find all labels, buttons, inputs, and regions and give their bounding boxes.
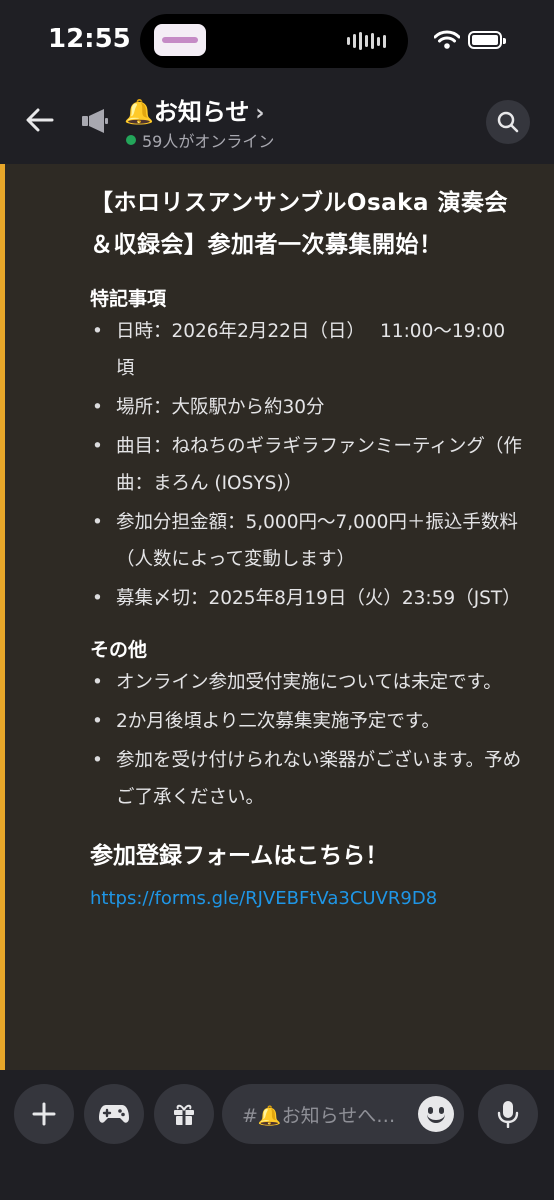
list-item: 曲目：ねねちのギラギラファンミーティング（作曲：まろん (IOSYS)）	[90, 428, 530, 502]
online-count: 59人がオンライン	[142, 132, 275, 151]
search-button[interactable]	[486, 100, 530, 144]
list-item: 日時：2026年2月22日（日） 11:00〜19:00 頃	[90, 313, 530, 387]
gift-icon	[174, 1104, 194, 1125]
emoji-icon[interactable]	[418, 1096, 454, 1132]
section-title-other: その他	[90, 639, 148, 661]
message-composer: #🔔お知らせへ…	[0, 1070, 554, 1200]
activities-button[interactable]	[84, 1084, 144, 1144]
message-input[interactable]: #🔔お知らせへ…	[222, 1084, 464, 1144]
add-attachment-button[interactable]	[14, 1084, 74, 1144]
now-playing-thumbnail	[154, 24, 206, 56]
online-status: 59人がオンライン	[126, 128, 274, 152]
clock: 12:55	[48, 24, 131, 54]
status-bar: 12:55	[0, 0, 554, 80]
gift-button[interactable]	[154, 1084, 214, 1144]
arrow-left-icon[interactable]	[22, 102, 58, 138]
message-headline: 【ホロリスアンサンブルOsaka 演奏会＆収録会】参加者一次募集開始！	[90, 190, 508, 258]
section-title-notes: 特記事項	[90, 288, 167, 310]
list-item: 参加を受け付けられない楽器がございます。予めご了承ください。	[90, 742, 530, 816]
chevron-right-icon: ›	[255, 101, 265, 126]
plus-icon	[32, 1102, 56, 1126]
notes-list: 日時：2026年2月22日（日） 11:00〜19:00 頃 場所：大阪駅から約…	[90, 313, 530, 617]
registration-cta: 参加登録フォームはこちら！	[90, 843, 389, 869]
list-item: 2か月後頃より二次募集実施予定です。	[90, 703, 530, 740]
list-item: 参加分担金額：5,000円〜7,000円＋振込手数料（人数によって変動します）	[90, 504, 530, 578]
channel-header: 🔔お知らせ › 59人がオンライン	[0, 80, 554, 164]
megaphone-icon	[82, 109, 108, 133]
audio-wave-icon	[347, 32, 386, 50]
battery-icon	[468, 31, 506, 49]
channel-name: 🔔お知らせ	[124, 98, 250, 126]
search-icon	[497, 111, 519, 133]
voice-message-button[interactable]	[478, 1084, 538, 1144]
list-item: 場所：大阪駅から約30分	[90, 389, 530, 426]
highlight-accent-bar	[0, 164, 5, 1070]
microphone-icon	[497, 1101, 519, 1128]
registration-form-link[interactable]: https://forms.gle/RJVEBFtVa3CUVR9D8	[90, 888, 530, 909]
message-input-placeholder: #🔔お知らせへ…	[242, 1105, 396, 1127]
channel-title[interactable]: 🔔お知らせ ›	[124, 92, 264, 127]
gamepad-icon	[99, 1105, 129, 1123]
wifi-icon	[434, 30, 460, 49]
list-item: 募集〆切：2025年8月19日（火）23:59（JST）	[90, 580, 530, 617]
list-item: オンライン参加受付実施については未定です。	[90, 664, 530, 701]
announcement-message: 【ホロリスアンサンブルOsaka 演奏会＆収録会】参加者一次募集開始！ 特記事項…	[0, 164, 554, 1070]
dynamic-island	[140, 14, 408, 68]
message-content: 【ホロリスアンサンブルOsaka 演奏会＆収録会】参加者一次募集開始！ 特記事項…	[90, 182, 530, 909]
online-dot-icon	[126, 135, 136, 145]
other-list: オンライン参加受付実施については未定です。 2か月後頃より二次募集実施予定です。…	[90, 664, 530, 816]
